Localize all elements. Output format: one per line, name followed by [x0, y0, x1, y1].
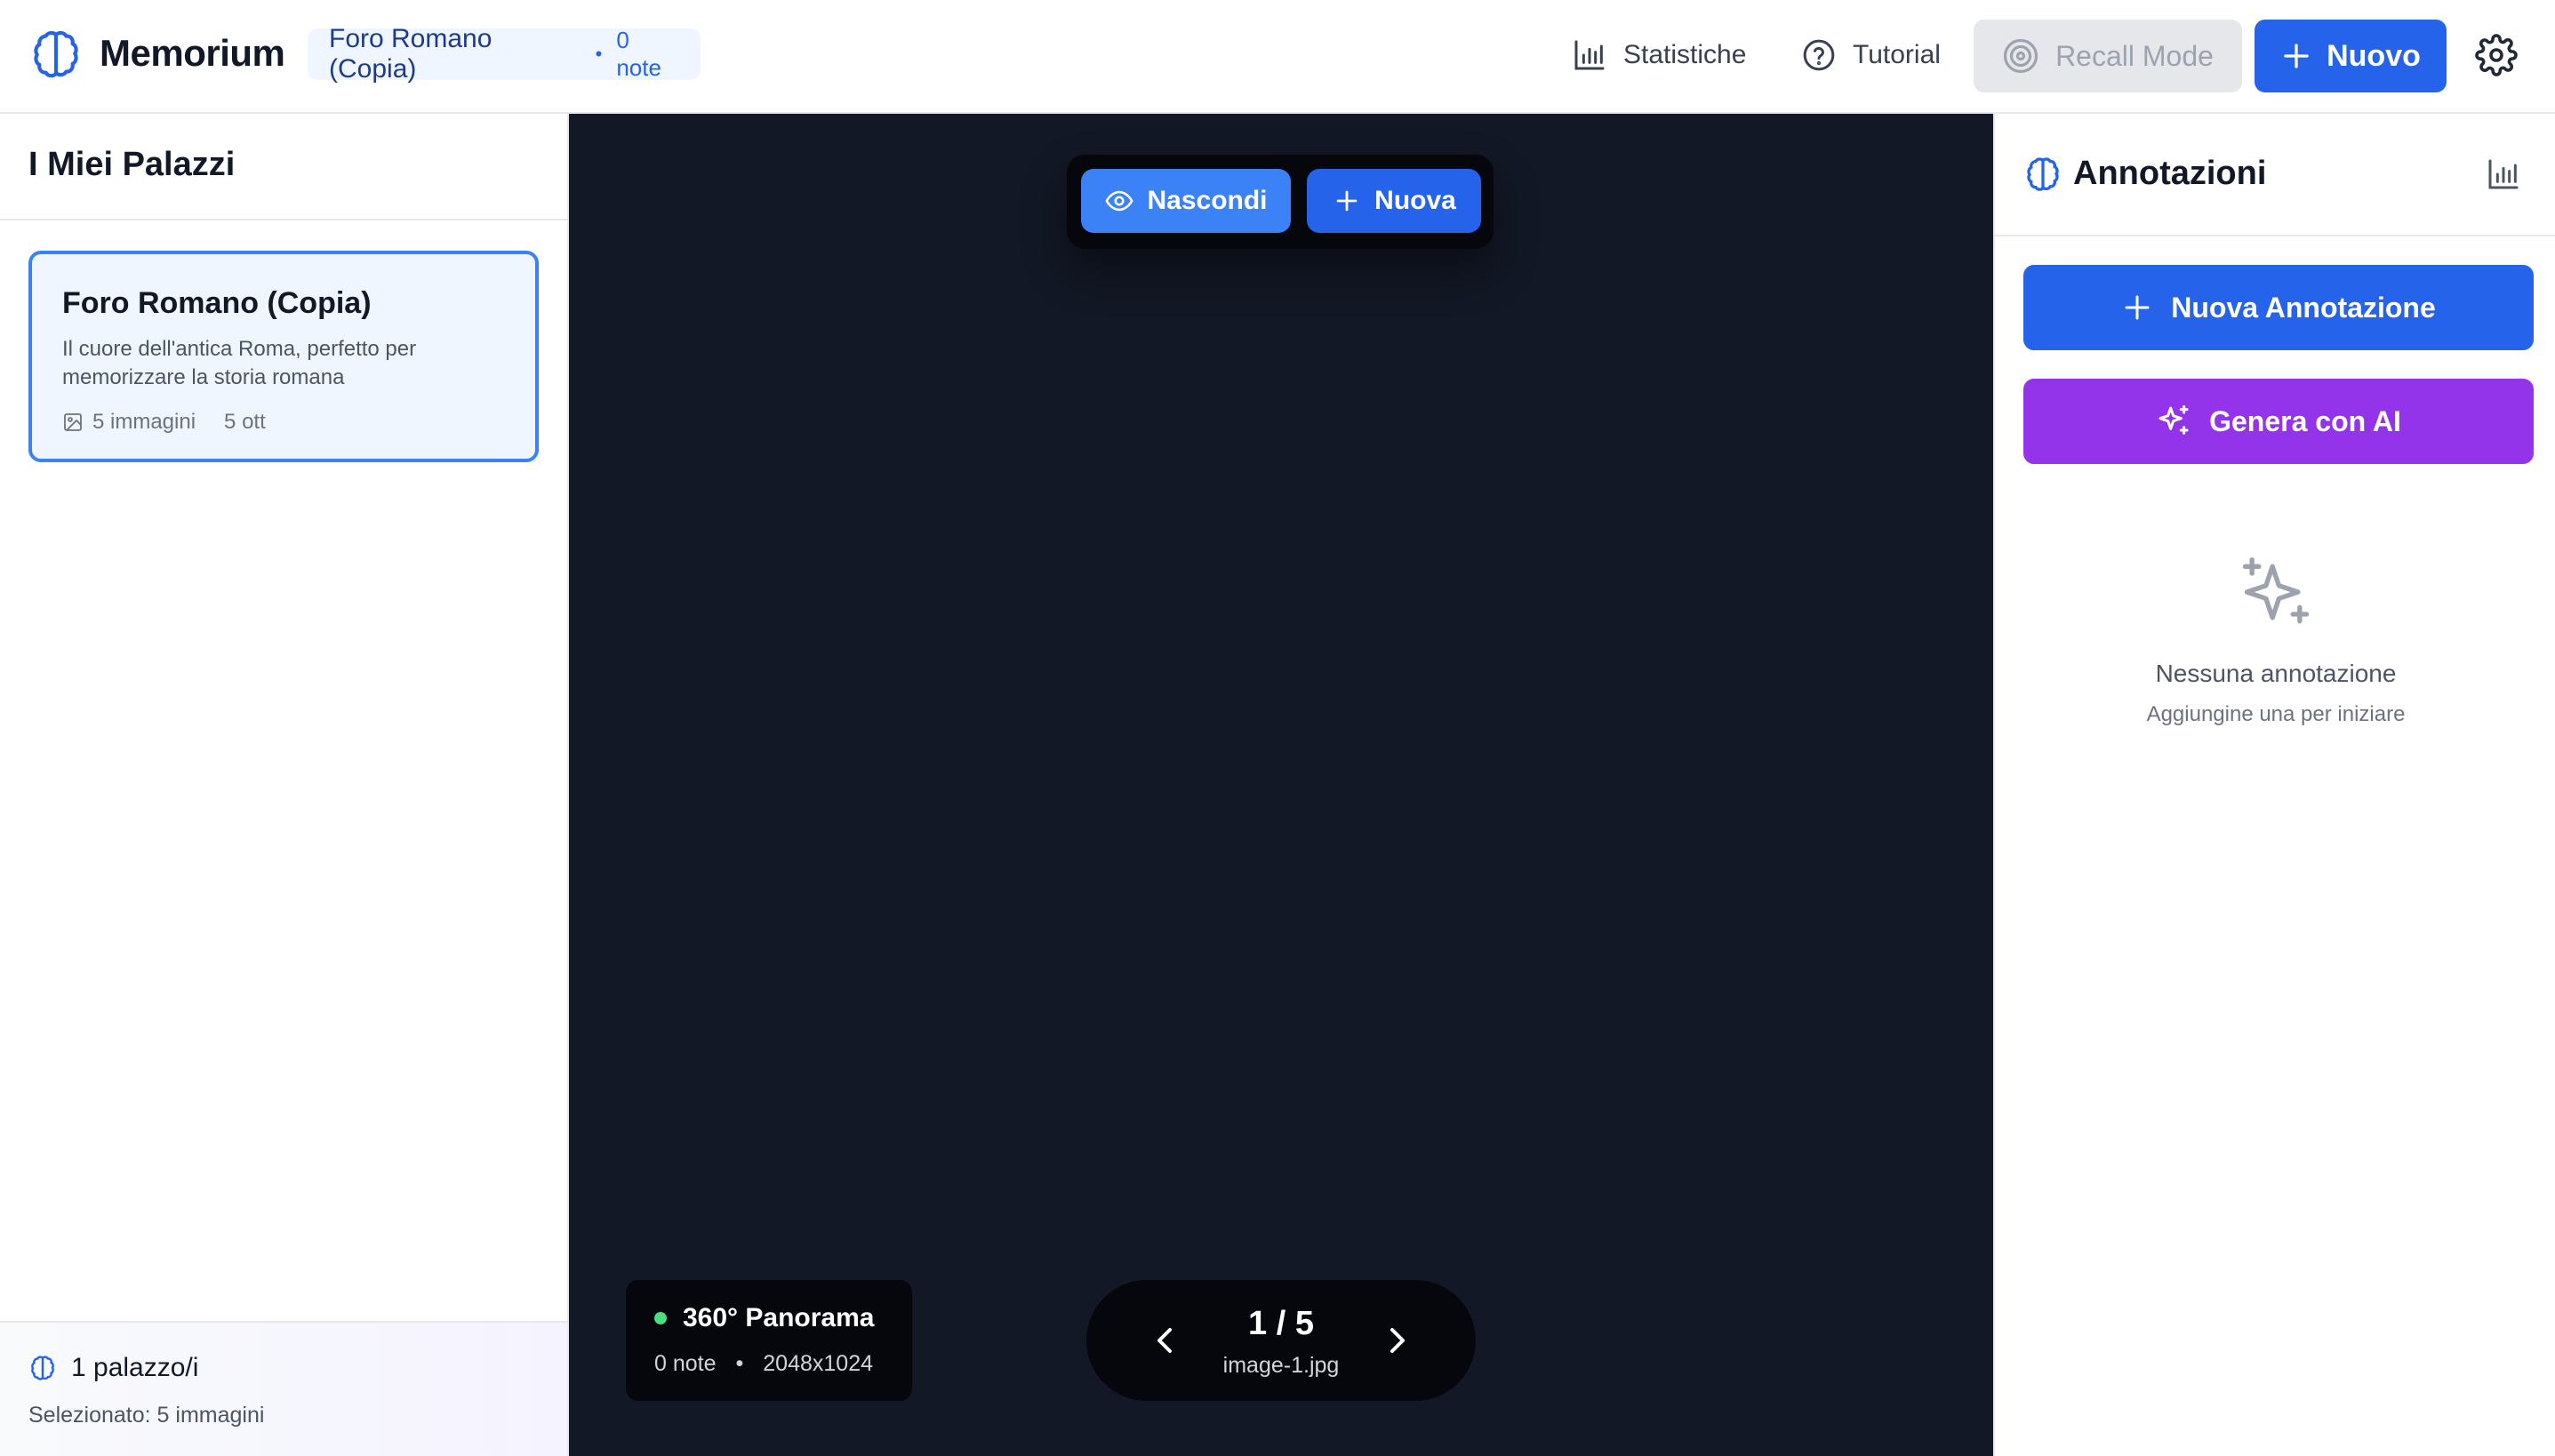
gear-icon[interactable] — [2475, 34, 2518, 76]
tutorial-label: Tutorial — [1853, 40, 1941, 69]
bar-chart-icon — [1574, 40, 1605, 70]
palace-card-meta: 5 immagini 5 ott — [62, 410, 505, 435]
palace-count-label: 1 palazzo/i — [71, 1353, 199, 1382]
empty-annotations: Nessuna annotazione Aggiungine una per i… — [1995, 553, 2555, 727]
viewer-mode-label: 360° Panorama — [683, 1303, 875, 1332]
new-palace-label: Nuovo — [2327, 38, 2421, 73]
hide-annotations-button[interactable]: Nascondi — [1081, 169, 1291, 233]
app-title: Memorium — [100, 32, 285, 74]
sidebar-title: I Miei Palazzi — [0, 114, 567, 220]
plus-icon — [1336, 190, 1358, 212]
meta-separator: • — [735, 1351, 744, 1376]
target-icon — [2003, 38, 2038, 74]
top-bar: Memorium Foro Romano (Copia) • 0 note St… — [0, 0, 2555, 114]
palaces-sidebar: I Miei Palazzi Foro Romano (Copia) Il cu… — [0, 114, 569, 1456]
brain-icon — [2023, 155, 2062, 194]
image-icon — [64, 413, 82, 431]
new-annotation-label: Nuova Annotazione — [2171, 291, 2436, 324]
sparkles-icon — [2159, 404, 2189, 435]
selected-info: Selezionato: 5 immagini — [28, 1403, 265, 1428]
panorama-viewer[interactable]: Nascondi Nuova 360° Panorama 0 note • 20… — [569, 114, 1993, 1456]
current-palace-badge: Foro Romano (Copia) • 0 note — [308, 24, 701, 84]
plus-icon — [2125, 295, 2150, 320]
palace-count: 1 palazzo/i — [28, 1353, 539, 1383]
palace-card-description: Il cuore dell'antica Roma, perfetto per … — [62, 337, 417, 389]
hide-label: Nascondi — [1147, 186, 1268, 215]
brain-logo-icon — [28, 27, 84, 82]
image-resolution: 2048x1024 — [763, 1351, 874, 1376]
plus-icon — [2284, 44, 2309, 68]
new-annotation-button[interactable]: Nuova Annotazione — [2023, 265, 2534, 350]
separator-dot: • — [595, 43, 603, 65]
sparkles-icon — [2235, 553, 2317, 635]
chevron-right-icon[interactable] — [1376, 1319, 1419, 1362]
status-dot — [654, 1312, 667, 1324]
palace-card-images: 5 immagini — [92, 410, 196, 434]
generate-ai-button[interactable]: Genera con AI — [2023, 379, 2534, 464]
new-annotation-viewer-button[interactable]: Nuova — [1307, 169, 1481, 233]
statistics-label: Statistiche — [1623, 40, 1747, 69]
annotations-title: Annotazioni — [2073, 155, 2267, 192]
add-label: Nuova — [1374, 186, 1456, 215]
new-palace-button[interactable]: Nuovo — [2255, 20, 2447, 92]
brain-icon — [31, 1356, 54, 1380]
image-meta: 0 note • 2048x1024 — [654, 1351, 884, 1377]
bar-chart-icon[interactable] — [2486, 156, 2521, 192]
current-palace-notes: 0 note — [616, 27, 661, 81]
palace-card-date: 5 ott — [224, 410, 266, 434]
annotations-panel: Annotazioni Nuova Annotazione Genera con… — [1993, 114, 2555, 1456]
palace-card[interactable]: Foro Romano (Copia) Il cuore dell'antica… — [28, 251, 539, 462]
annotations-header: Annotazioni — [1995, 114, 2555, 236]
eye-icon — [1106, 190, 1133, 212]
image-navigator: 1 / 5 image-1.jpg — [1086, 1280, 1476, 1401]
viewer-mode: 360° Panorama — [654, 1303, 884, 1333]
help-circle-icon — [1803, 39, 1835, 71]
statistics-link[interactable]: Statistiche — [1572, 30, 1746, 80]
empty-title: Nessuna annotazione — [2155, 660, 2397, 687]
viewer-toolbar: Nascondi Nuova — [1067, 155, 1494, 249]
empty-subtitle: Aggiungine una per iniziare — [2146, 702, 2406, 726]
recall-mode-button[interactable]: Recall Mode — [1974, 20, 2242, 92]
tutorial-link[interactable]: Tutorial — [1801, 30, 1941, 80]
current-palace-name: Foro Romano (Copia) — [329, 24, 493, 84]
generate-ai-label: Genera con AI — [2209, 404, 2401, 437]
recall-mode-label: Recall Mode — [2055, 39, 2214, 72]
image-notes: 0 note — [654, 1351, 717, 1376]
palace-card-title: Foro Romano (Copia) — [62, 286, 372, 320]
image-info-box: 360° Panorama 0 note • 2048x1024 — [626, 1280, 912, 1401]
sidebar-footer: 1 palazzo/i Selezionato: 5 immagini — [0, 1321, 567, 1456]
